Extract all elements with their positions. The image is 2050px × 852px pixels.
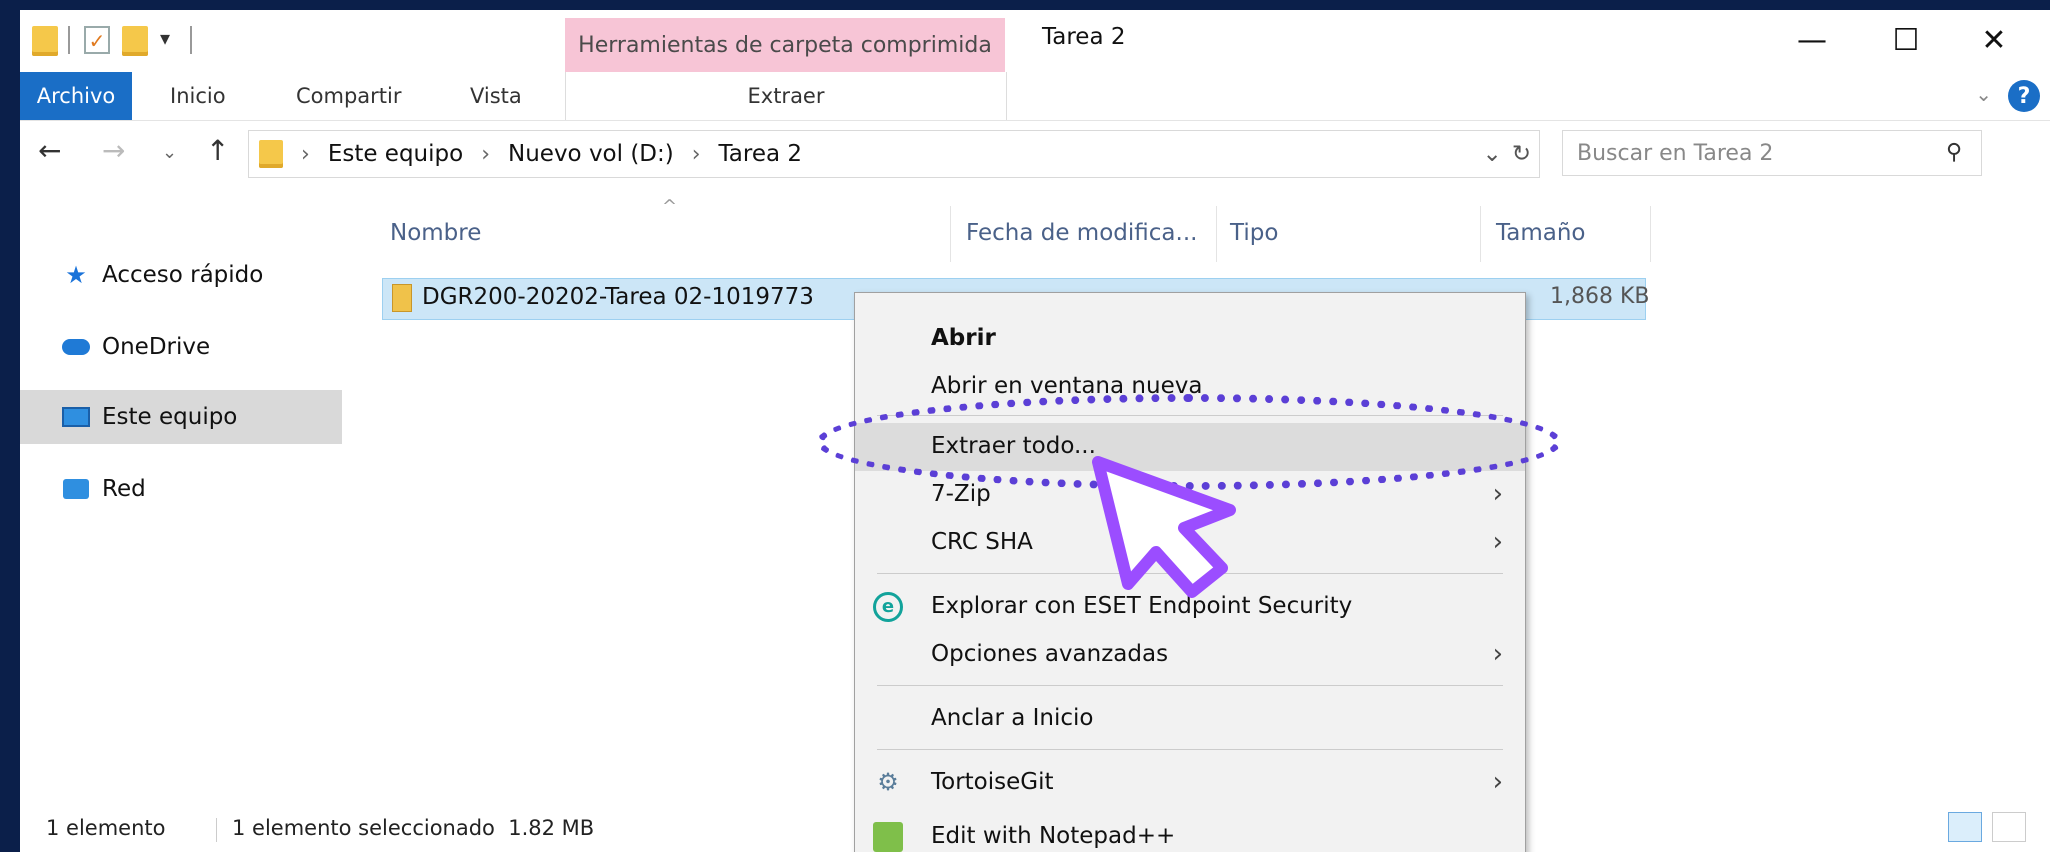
chevron-down-icon[interactable]: ⌄ bbox=[1975, 82, 1992, 106]
chevron-right-icon: › bbox=[481, 141, 491, 167]
large-icons-view-icon[interactable] bbox=[1992, 812, 2026, 842]
sort-ascending-icon: ^ bbox=[662, 196, 678, 217]
breadcrumb-nuevo-vol[interactable]: Nuevo vol (D:) bbox=[508, 141, 674, 167]
status-selection: 1 elemento seleccionado 1.82 MB bbox=[232, 816, 595, 840]
menu-item-label: Edit with Notepad++ bbox=[931, 823, 1176, 849]
network-icon bbox=[62, 478, 90, 500]
sidebar-item-label: Red bbox=[102, 476, 146, 502]
navigation-bar: ← → ⌄ ↑ › Este equipo › Nuevo vol (D:) ›… bbox=[20, 122, 2050, 186]
status-item-count: 1 elemento bbox=[46, 816, 166, 840]
window-title: Tarea 2 bbox=[1042, 24, 1126, 50]
menu-item-label: 7-Zip bbox=[931, 481, 991, 507]
tab-archivo[interactable]: Archivo bbox=[20, 72, 132, 120]
sidebar-item-onedrive[interactable]: OneDrive bbox=[20, 320, 342, 374]
menu-item-label: Anclar a Inicio bbox=[931, 705, 1094, 731]
menu-item-label: Abrir bbox=[931, 325, 996, 351]
menu-item-anclar-inicio[interactable]: Anclar a Inicio bbox=[855, 695, 1525, 743]
explorer-window: ✓ ▾ Herramientas de carpeta comprimida T… bbox=[20, 10, 2050, 852]
tab-inicio[interactable]: Inicio bbox=[170, 72, 226, 120]
sidebar-item-label: Acceso rápido bbox=[102, 262, 264, 288]
tab-vista[interactable]: Vista bbox=[470, 72, 522, 120]
forward-arrow-icon[interactable]: → bbox=[102, 134, 125, 167]
quick-access-toolbar: ✓ ▾ bbox=[20, 10, 560, 72]
column-divider[interactable] bbox=[1480, 206, 1481, 262]
divider bbox=[190, 26, 192, 54]
divider bbox=[216, 818, 217, 842]
customize-toolbar-icon[interactable]: ▾ bbox=[160, 26, 170, 50]
chevron-right-icon: › bbox=[301, 141, 310, 167]
back-arrow-icon[interactable]: ← bbox=[38, 134, 61, 167]
menu-separator bbox=[877, 685, 1503, 686]
minimize-button[interactable]: — bbox=[1782, 20, 1842, 60]
eset-icon: e bbox=[873, 592, 903, 622]
pointer-cursor-icon bbox=[1092, 456, 1236, 598]
address-bar[interactable]: › Este equipo › Nuevo vol (D:) › Tarea 2… bbox=[248, 130, 1540, 178]
help-icon[interactable]: ? bbox=[2008, 80, 2040, 112]
contextual-tab-group-label: Herramientas de carpeta comprimida bbox=[565, 18, 1005, 72]
chevron-right-icon: › bbox=[1492, 639, 1503, 669]
chevron-right-icon: › bbox=[1492, 527, 1503, 557]
breadcrumb-tarea-2[interactable]: Tarea 2 bbox=[719, 141, 802, 167]
properties-icon[interactable]: ✓ bbox=[84, 26, 110, 54]
sidebar-item-red[interactable]: Red bbox=[20, 462, 342, 516]
computer-icon bbox=[62, 406, 90, 428]
menu-item-tortoisegit[interactable]: ⚙ TortoiseGit › bbox=[855, 759, 1525, 807]
new-folder-icon[interactable] bbox=[122, 26, 148, 56]
notepad-plus-plus-icon bbox=[873, 822, 903, 852]
up-arrow-icon[interactable]: ↑ bbox=[206, 134, 229, 167]
menu-item-opciones-avanzadas[interactable]: Opciones avanzadas › bbox=[855, 631, 1525, 679]
sidebar-item-este-equipo[interactable]: Este equipo bbox=[20, 390, 342, 444]
tortoisegit-icon: ⚙ bbox=[877, 768, 899, 796]
column-header-tipo[interactable]: Tipo bbox=[1230, 220, 1278, 246]
zip-folder-icon bbox=[392, 284, 412, 312]
maximize-button[interactable]: ☐ bbox=[1876, 20, 1936, 60]
menu-item-abrir[interactable]: Abrir bbox=[855, 315, 1525, 363]
refresh-icon[interactable]: ↻ bbox=[1512, 141, 1531, 167]
menu-item-notepad[interactable]: Edit with Notepad++ bbox=[855, 813, 1525, 852]
file-name[interactable]: DGR200-20202-Tarea 02-1019773 bbox=[422, 284, 814, 310]
sidebar-item-label: Este equipo bbox=[102, 404, 238, 430]
folder-icon[interactable] bbox=[32, 26, 58, 56]
column-header-tamano[interactable]: Tamaño bbox=[1496, 220, 1585, 246]
column-divider[interactable] bbox=[1650, 206, 1651, 262]
ribbon-tabs: Archivo Inicio Compartir Vista Extraer ⌄… bbox=[20, 72, 2050, 121]
column-divider[interactable] bbox=[950, 206, 951, 262]
sidebar-item-label: OneDrive bbox=[102, 334, 211, 360]
close-button[interactable]: ✕ bbox=[1964, 20, 2024, 60]
menu-separator bbox=[877, 749, 1503, 750]
star-icon: ★ bbox=[65, 261, 87, 289]
search-input[interactable]: Buscar en Tarea 2 bbox=[1562, 130, 1982, 176]
menu-item-label: Opciones avanzadas bbox=[931, 641, 1169, 667]
chevron-right-icon: › bbox=[1492, 767, 1503, 797]
column-header-fecha[interactable]: Fecha de modifica... bbox=[966, 220, 1197, 246]
sidebar-item-acceso-rapido[interactable]: ★ Acceso rápido bbox=[20, 248, 342, 302]
divider bbox=[68, 26, 70, 54]
menu-item-label: CRC SHA bbox=[931, 529, 1033, 555]
tab-extraer[interactable]: Extraer bbox=[565, 72, 1007, 120]
file-size: 1,868 KB bbox=[1550, 284, 1650, 309]
column-divider[interactable] bbox=[1216, 206, 1217, 262]
search-icon: ⚲ bbox=[1946, 140, 1963, 165]
chevron-right-icon: › bbox=[691, 141, 701, 167]
tab-compartir[interactable]: Compartir bbox=[296, 72, 402, 120]
details-view-icon[interactable] bbox=[1948, 812, 1982, 842]
chevron-right-icon: › bbox=[1492, 479, 1503, 509]
column-header-nombre[interactable]: Nombre bbox=[390, 220, 481, 246]
folder-icon bbox=[259, 140, 283, 168]
breadcrumb-este-equipo[interactable]: Este equipo bbox=[328, 141, 463, 167]
recent-locations-icon[interactable]: ⌄ bbox=[162, 142, 177, 163]
address-dropdown-icon[interactable]: ⌄ bbox=[1482, 141, 1501, 167]
menu-item-label: TortoiseGit bbox=[931, 769, 1054, 795]
cloud-icon bbox=[62, 336, 90, 358]
